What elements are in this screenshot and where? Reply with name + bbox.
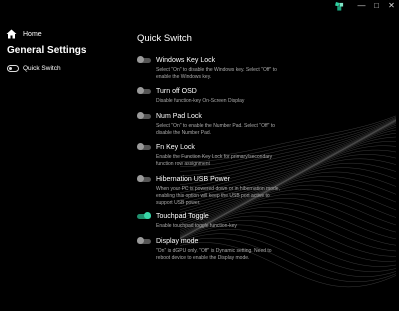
toggle-knob <box>137 56 144 63</box>
toggle-knob <box>137 175 144 182</box>
setting-description-line: Select "On" to disable the Windows key. … <box>156 67 277 73</box>
setting-toggle[interactable] <box>137 212 151 219</box>
setting-description-line: "On" is dGPU only. "Off" is Dynamic sett… <box>156 248 272 254</box>
close-button[interactable]: ✕ <box>384 0 399 12</box>
setting-description-line: When your PC is powered down or in hiber… <box>156 186 280 192</box>
home-link[interactable]: Home <box>6 29 42 39</box>
close-icon: ✕ <box>388 1 395 10</box>
setting-toggle[interactable] <box>137 175 151 182</box>
setting-description-line: enabling this option will keep the USB p… <box>156 193 270 199</box>
setting-description-line: function row assignment <box>156 161 210 167</box>
setting-description: Disable function-key On-Screen Display <box>156 98 297 105</box>
setting-row: Touchpad Toggle <box>137 211 297 221</box>
setting-label: Fn Key Lock <box>156 143 195 151</box>
setting-item: Touchpad Toggle Enable touchpad toggle fu… <box>137 211 297 230</box>
toggle-knob <box>137 143 144 150</box>
setting-description-line: reboot device to enable the Display mode… <box>156 255 250 261</box>
setting-label: Display mode <box>156 237 199 245</box>
setting-description-line: enable the Windows key. <box>156 74 212 80</box>
setting-description: When your PC is powered down or in hiber… <box>156 186 297 207</box>
sidebar-item-label: Quick Switch <box>23 65 61 72</box>
maximize-icon: □ <box>374 1 379 10</box>
setting-row: Turn off OSD <box>137 86 297 96</box>
setting-description: Enable the Function Key Lock for primary… <box>156 154 297 168</box>
setting-row: Fn Key Lock <box>137 142 297 152</box>
setting-label: Touchpad Toggle <box>156 212 209 220</box>
setting-description-line: Select "On" to enable the Number Pad. Se… <box>156 123 276 129</box>
home-label: Home <box>23 30 42 38</box>
app-logo-icon <box>335 2 344 11</box>
toggle-knob <box>137 112 144 119</box>
setting-item: Num Pad Lock Select "On" to enable the Nu… <box>137 111 297 137</box>
sidebar-item-quick-switch[interactable]: Quick Switch <box>7 65 61 72</box>
minimize-button[interactable]: — <box>354 0 369 12</box>
minimize-icon: — <box>357 1 366 10</box>
setting-toggle[interactable] <box>137 237 151 244</box>
setting-description-line: disable the Number Pad. <box>156 130 212 136</box>
setting-description: Select "On" to disable the Windows key. … <box>156 67 297 81</box>
setting-label: Turn off OSD <box>156 87 197 95</box>
setting-item: Fn Key Lock Enable the Function Key Lock … <box>137 142 297 168</box>
setting-row: Num Pad Lock <box>137 111 297 121</box>
setting-item: Display mode "On" is dGPU only. "Off" is … <box>137 236 297 262</box>
setting-toggle[interactable] <box>137 143 151 150</box>
setting-toggle[interactable] <box>137 56 151 63</box>
home-icon <box>6 29 17 39</box>
toggle-switch-icon <box>7 65 19 72</box>
setting-row: Windows Key Lock <box>137 55 297 65</box>
page-title: Quick Switch <box>137 33 192 44</box>
setting-label: Num Pad Lock <box>156 112 202 120</box>
setting-description-line: Enable touchpad toggle function-key <box>156 223 237 229</box>
setting-item: Windows Key Lock Select "On" to disable t… <box>137 55 297 81</box>
app-window: — □ ✕ Home General Settings Quick Switch… <box>0 0 399 311</box>
title-bar: — □ ✕ <box>354 0 399 12</box>
sidebar-title: General Settings <box>7 45 87 56</box>
setting-description: Select "On" to enable the Number Pad. Se… <box>156 123 297 137</box>
setting-toggle[interactable] <box>137 112 151 119</box>
setting-toggle[interactable] <box>137 87 151 94</box>
toggle-knob <box>137 237 144 244</box>
maximize-button[interactable]: □ <box>369 0 384 12</box>
setting-description: Enable touchpad toggle function-key <box>156 223 297 230</box>
setting-description: "On" is dGPU only. "Off" is Dynamic sett… <box>156 248 297 262</box>
setting-row: Display mode <box>137 236 297 246</box>
setting-label: Hibernation USB Power <box>156 175 230 183</box>
setting-row: Hibernation USB Power <box>137 174 297 184</box>
setting-item: Turn off OSD Disable function-key On-Scre… <box>137 86 297 105</box>
setting-item: Hibernation USB Power When your PC is pow… <box>137 174 297 207</box>
toggle-knob <box>137 87 144 94</box>
setting-description-line: Disable function-key On-Screen Display <box>156 98 245 104</box>
setting-label: Windows Key Lock <box>156 56 216 64</box>
setting-description-line: support USB power. <box>156 200 201 206</box>
toggle-knob <box>144 212 151 219</box>
setting-description-line: Enable the Function Key Lock for primary… <box>156 154 273 160</box>
